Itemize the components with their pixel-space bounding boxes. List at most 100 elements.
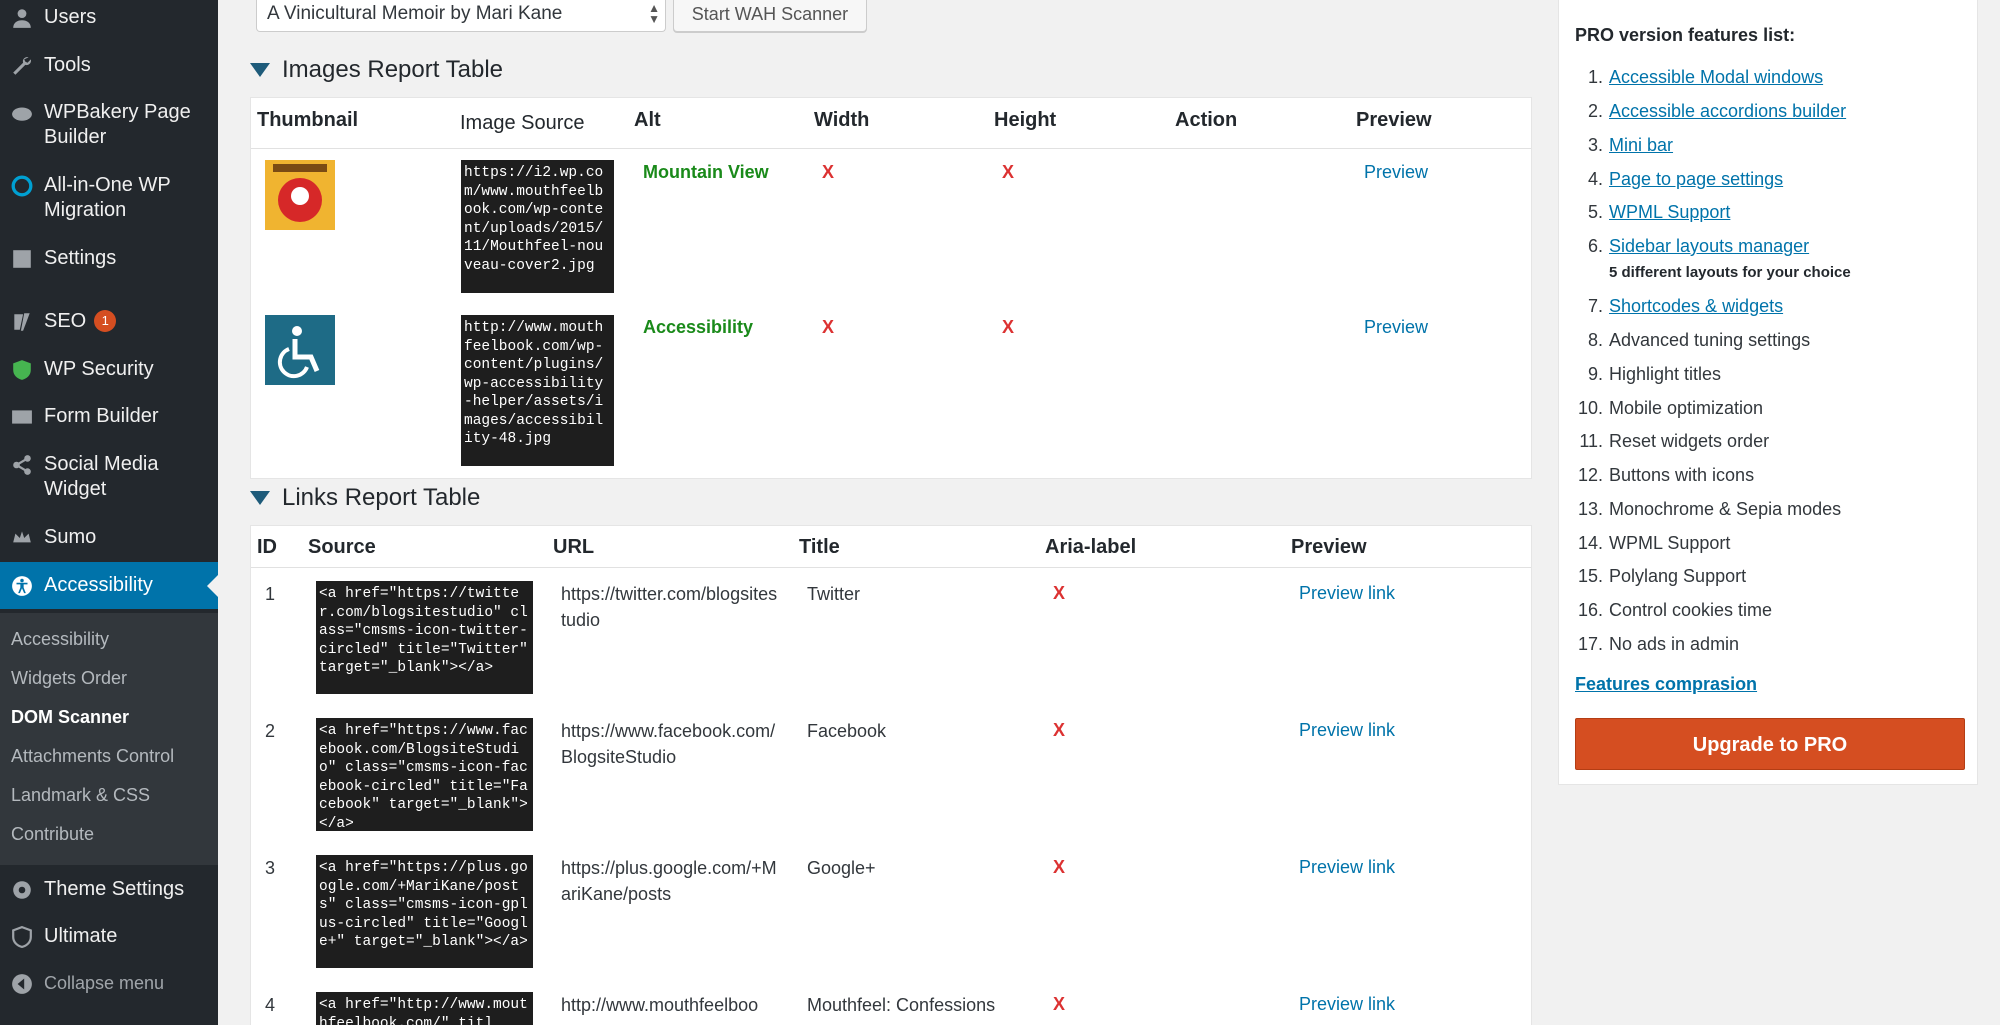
- update-count-badge: 1: [94, 310, 117, 332]
- link-id: 2: [265, 721, 276, 741]
- wpbakery-icon: [0, 100, 44, 125]
- shield-icon: [0, 357, 44, 382]
- link-source-code: <a href="http://www.mouthfeelbook.com/" …: [316, 992, 533, 1025]
- preview-link[interactable]: Preview link: [1299, 994, 1395, 1015]
- feature-item: 8. Advanced tuning settings: [1587, 330, 1811, 350]
- image-source-code: https://i2.wp.com/www.mouthfeelbook.com/…: [461, 160, 614, 293]
- collapse-triangle-icon: [250, 63, 270, 77]
- submenu-attachments-control[interactable]: Attachments Control: [11, 746, 174, 767]
- submenu-accessibility[interactable]: Accessibility: [11, 629, 109, 650]
- pro-features-title: PRO version features list:: [1575, 25, 1796, 45]
- submenu-dom-scanner[interactable]: DOM Scanner: [11, 707, 129, 728]
- pro-sidebar: PRO version features list: 1. Accessible …: [1558, 0, 2000, 1025]
- feature-item: 11. Reset widgets order: [1579, 431, 1770, 451]
- main-content: A Vinicultural Memoir by Mari Kane ▲ ▼ St…: [218, 0, 1558, 1025]
- accessibility-submenu: Accessibility Widgets Order DOM Scanner …: [0, 613, 218, 865]
- links-report-toggle[interactable]: Links Report Table: [250, 484, 480, 512]
- link-url: https://plus.google.com/+MariKane/posts: [561, 858, 777, 904]
- submenu-landmark-css[interactable]: Landmark & CSS: [11, 785, 150, 806]
- link-id: 3: [265, 858, 276, 878]
- preview-link[interactable]: Preview: [1364, 317, 1428, 338]
- link-source-code: <a href="https://www.facebook.com/Blogsi…: [316, 718, 533, 832]
- feature-item[interactable]: 7. Shortcodes & widgets: [1575, 296, 1783, 317]
- feature-item: 10. Mobile optimization: [1577, 398, 1764, 418]
- aria-missing: X: [1053, 583, 1066, 603]
- thumbnail-image: [265, 160, 335, 230]
- preview-link[interactable]: Preview link: [1299, 583, 1395, 604]
- images-report-toggle[interactable]: Images Report Table: [250, 56, 503, 84]
- link-id: 1: [265, 584, 276, 604]
- mail-icon: [0, 404, 44, 429]
- link-title: Google+: [807, 858, 876, 878]
- upgrade-to-pro-button[interactable]: Upgrade to PRO: [1575, 718, 1965, 770]
- image-source-code: http://www.mouthfeelbook.com/wp-content/…: [461, 315, 614, 466]
- migration-icon: [0, 173, 44, 198]
- submenu-widgets-order[interactable]: Widgets Order: [11, 668, 127, 689]
- col-alt: Alt: [634, 109, 661, 131]
- alt-text: Mountain View: [643, 162, 769, 182]
- col-image-source: Image Source: [460, 112, 585, 134]
- preview-link[interactable]: Preview link: [1299, 857, 1395, 878]
- sidebar-item-ultimate[interactable]: Ultimate: [0, 924, 218, 949]
- height-missing: X: [1002, 317, 1015, 337]
- sidebar-item-sumo[interactable]: Sumo: [0, 525, 218, 550]
- accessibility-icon: [0, 573, 44, 598]
- features-comparison-link[interactable]: Features comprasion: [1575, 674, 1757, 695]
- post-select[interactable]: A Vinicultural Memoir by Mari Kane ▲ ▼: [256, 0, 666, 32]
- link-url: http://www.mouthfeelboo: [561, 995, 759, 1015]
- sidebar-item-users[interactable]: Users: [0, 5, 218, 30]
- feature-item: 15. Polylang Support: [1577, 566, 1747, 586]
- sidebar-item-wpbakery[interactable]: WPBakery Page Builder: [0, 100, 218, 150]
- sidebar-item-theme-settings[interactable]: Theme Settings: [0, 877, 218, 902]
- link-source-code: <a href="https://plus.google.com/+MariKa…: [316, 855, 533, 968]
- sidebar-item-tools[interactable]: Tools: [0, 53, 218, 78]
- link-title: Twitter: [807, 584, 861, 604]
- sidebar-item-social-media-widget[interactable]: Social Media Widget: [0, 452, 218, 502]
- feature-item[interactable]: 4. Page to page settings: [1575, 169, 1783, 190]
- preview-link[interactable]: Preview link: [1299, 720, 1395, 741]
- height-missing: X: [1002, 162, 1015, 182]
- aria-missing: X: [1053, 857, 1066, 877]
- feature-item[interactable]: 6. Sidebar layouts manager: [1575, 236, 1809, 257]
- sidebar-item-migration[interactable]: All-in-One WP Migration: [0, 173, 218, 223]
- preview-link[interactable]: Preview: [1364, 162, 1428, 183]
- feature-item: 16. Control cookies time: [1577, 600, 1773, 620]
- col-preview: Preview: [1291, 536, 1367, 558]
- link-title: Facebook: [807, 721, 887, 741]
- col-source: Source: [308, 536, 376, 558]
- aria-missing: X: [1053, 720, 1066, 740]
- admin-sidebar: Users Tools WPBakery Page Builder All-in…: [0, 0, 218, 1025]
- ultimate-icon: [0, 924, 44, 949]
- feature-item: 12. Buttons with icons: [1577, 465, 1755, 485]
- col-width: Width: [814, 109, 870, 131]
- col-thumbnail: Thumbnail: [257, 109, 359, 131]
- sidebar-item-accessibility[interactable]: Accessibility: [0, 562, 218, 609]
- sidebar-item-wp-security[interactable]: WP Security: [0, 357, 218, 382]
- link-url: https://twitter.com/blogsitestudio: [561, 584, 778, 630]
- link-source-code: <a href="https://twitter.com/blogsitestu…: [316, 581, 533, 694]
- seo-icon: [0, 309, 44, 334]
- link-id: 4: [265, 995, 276, 1015]
- width-missing: X: [822, 317, 835, 337]
- sidebar-item-seo[interactable]: SEO 1: [0, 309, 218, 334]
- link-url: https://www.facebook.com/BlogsiteStudio: [561, 721, 776, 767]
- sidebar-item-settings[interactable]: Settings: [0, 246, 218, 271]
- collapse-menu-button[interactable]: Collapse menu: [0, 971, 218, 996]
- gear-icon: [0, 877, 44, 902]
- sidebar-item-form-builder[interactable]: Form Builder: [0, 404, 218, 429]
- submenu-contribute[interactable]: Contribute: [11, 824, 94, 845]
- collapse-icon: [0, 971, 44, 996]
- feature-item[interactable]: 3. Mini bar: [1575, 135, 1673, 156]
- col-url: URL: [553, 536, 595, 558]
- thumbnail-image: [265, 315, 335, 385]
- links-report-table: ID Source URL Title Aria-label Preview 1…: [250, 525, 1532, 1025]
- feature-item[interactable]: 2. Accessible accordions builder: [1575, 101, 1846, 122]
- col-action: Action: [1175, 109, 1238, 131]
- width-missing: X: [822, 162, 835, 182]
- start-scanner-button[interactable]: Start WAH Scanner: [673, 0, 867, 32]
- select-arrows-icon: ▲ ▼: [648, 1, 660, 26]
- feature-item[interactable]: 5. WPML Support: [1575, 202, 1730, 223]
- aria-missing: X: [1053, 994, 1066, 1014]
- tools-icon: [0, 53, 44, 78]
- feature-item[interactable]: 1. Accessible Modal windows: [1575, 67, 1823, 88]
